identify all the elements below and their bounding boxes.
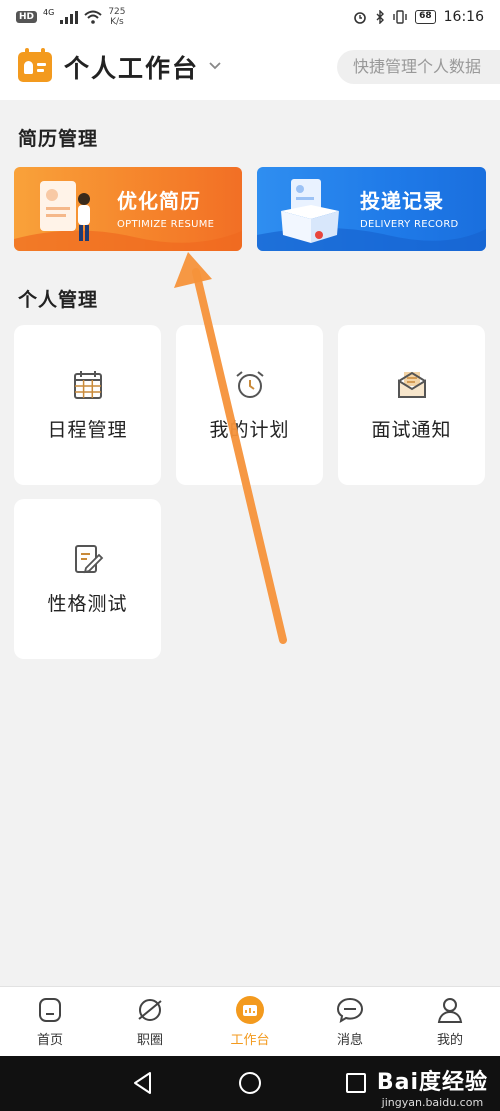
resume-document-icon	[40, 181, 90, 241]
personality-test-tile[interactable]: 性格测试	[14, 499, 161, 659]
back-triangle-icon[interactable]	[130, 1070, 156, 1096]
delivery-box-icon	[281, 179, 339, 243]
my-plan-label: 我的计划	[209, 418, 290, 441]
my-plan-tile[interactable]: 我的计划	[176, 325, 323, 485]
nav-profile[interactable]: 我的	[400, 987, 500, 1056]
envelope-icon	[397, 371, 426, 398]
nav-workbench-label: 工作台	[230, 1033, 270, 1048]
watermark-logo: Bai度经验	[376, 1070, 488, 1095]
home-circle-icon[interactable]	[237, 1070, 263, 1096]
signal-icon	[60, 10, 79, 24]
nav-messages-label: 消息	[336, 1033, 363, 1048]
optimize-resume-title: 优化简历	[117, 189, 201, 213]
nav-messages[interactable]: 消息	[300, 987, 400, 1056]
message-icon	[336, 997, 364, 1024]
status-bar: HD 4G 725 K/s 68 16:16	[0, 0, 500, 34]
personal-section-title: 个人管理	[18, 289, 99, 311]
nav-profile-label: 我的	[436, 1033, 463, 1048]
home-icon	[39, 998, 61, 1022]
personality-test-label: 性格测试	[47, 592, 128, 615]
bluetooth-icon	[376, 10, 385, 24]
calendar-icon	[73, 370, 102, 399]
status-right: 68 16:16	[353, 9, 484, 25]
net-speed-value: 725	[108, 7, 126, 17]
clock: 16:16	[443, 9, 484, 25]
app-header: 个人工作台 快捷管理个人数据	[0, 34, 500, 100]
optimize-resume-subtitle: OPTIMIZE RESUME	[117, 219, 215, 230]
nav-home-label: 首页	[36, 1033, 63, 1048]
delivery-record-title: 投递记录	[360, 189, 444, 213]
status-left: HD 4G 725 K/s	[16, 7, 126, 27]
chevron-down-icon[interactable]	[209, 59, 221, 71]
search-input[interactable]: 快捷管理个人数据	[337, 50, 500, 84]
recent-apps-square-icon[interactable]	[343, 1070, 369, 1096]
nav-workbench[interactable]: 工作台	[200, 987, 300, 1056]
net-speed: 725 K/s	[108, 7, 125, 27]
bottom-navigation: 首页 职圈 工作台 消息 我的	[0, 986, 500, 1056]
schedule-management-label: 日程管理	[47, 418, 128, 441]
system-navigation-bar: Bai度经验 jingyan.baidu.com	[0, 1056, 500, 1111]
delivery-record-subtitle: DELIVERY RECORD	[360, 219, 459, 230]
battery-indicator: 68	[415, 10, 436, 24]
nav-circle[interactable]: 职圈	[100, 987, 200, 1056]
net-speed-unit: K/s	[110, 17, 124, 27]
planet-icon	[138, 999, 162, 1021]
nav-circle-label: 职圈	[136, 1033, 163, 1048]
vibrate-icon	[393, 10, 407, 24]
page-title[interactable]: 个人工作台	[64, 49, 199, 85]
network-type: 4G	[43, 7, 55, 17]
alarm-clock-icon	[235, 370, 264, 398]
alarm-status-icon	[354, 12, 366, 24]
resume-section-title: 简历管理	[18, 128, 99, 150]
baidu-jingyan-watermark: Bai度经验 jingyan.baidu.com	[377, 1064, 488, 1109]
schedule-management-tile[interactable]: 日程管理	[14, 325, 161, 485]
interview-notice-label: 面试通知	[371, 418, 452, 441]
workbench-icon	[236, 996, 264, 1024]
workbench-logo-icon	[18, 48, 52, 82]
nav-home[interactable]: 首页	[0, 987, 100, 1056]
watermark-url: jingyan.baidu.com	[381, 1096, 484, 1109]
delivery-record-banner[interactable]: 投递记录 DELIVERY RECORD	[257, 167, 486, 251]
optimize-resume-banner[interactable]: 优化简历 OPTIMIZE RESUME	[14, 167, 242, 251]
hd-badge: HD	[16, 11, 38, 23]
edit-document-icon	[74, 544, 103, 573]
interview-notice-tile[interactable]: 面试通知	[338, 325, 485, 485]
profile-icon	[437, 998, 463, 1023]
wifi-icon	[84, 10, 102, 24]
